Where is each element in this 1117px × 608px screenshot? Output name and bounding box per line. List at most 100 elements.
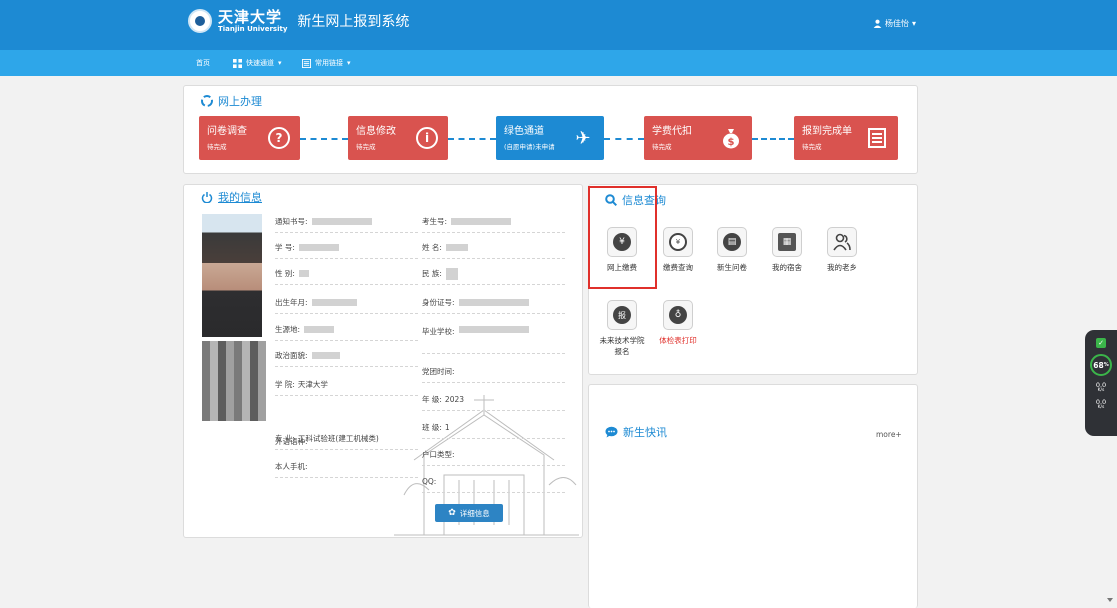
field-mobile: 本人手机: [275,456,418,478]
field-name: 姓 名: [422,237,565,259]
field-graduate-school: 毕业学校: [422,320,565,354]
field-qq: QQ: [422,471,565,493]
field-college: 学 院: 天津大学 [275,374,418,396]
brand[interactable]: 天津大学 Tianjin University 新生网上报到系统 [188,9,409,33]
svg-text:$: $ [728,137,735,148]
service-payment-query[interactable]: ¥ 缴费查询 [652,227,704,274]
step-questionnaire[interactable]: 问卷调查 待完成 ? [199,116,300,160]
field-student-id: 学 号: [275,237,418,259]
service-icon-box: 报 [607,300,637,330]
service-medical-form-print[interactable]: ♁ 体检表打印 [652,300,704,347]
field-exam-number: 考生号: [422,211,565,233]
field-label: 外语语种: [275,436,308,446]
field-label: 户口类型: [422,450,455,459]
news-title: 新生快讯 [605,424,667,440]
my-info-title: 我的信息 [201,189,262,205]
service-label: 新生问卷 [717,263,747,272]
detail-info-button[interactable]: ✿ 详细信息 [435,504,503,522]
field-label: QQ: [422,477,437,486]
nav-quick-channel[interactable]: 快速通道 ▾ [233,58,282,68]
logo-text: 天津大学 Tianjin University [218,9,288,33]
service-my-fellow[interactable]: 我的老乡 [816,227,868,274]
recycle-icon [201,95,213,107]
field-foreign-language: 外语语种: [275,430,418,452]
field-value-redacted [311,218,372,225]
service-icon-box: ▦ [772,227,802,257]
step-info-modify[interactable]: 信息修改 待完成 i [348,116,448,160]
question-icon: ? [268,127,290,149]
field-value-redacted [458,299,529,306]
nav-home[interactable]: 首页 [196,58,210,68]
upload-unit: K/s [1097,387,1105,393]
field-political-status: 政治面貌: [275,345,418,367]
news-label: 新生快讯 [623,426,667,439]
scroll-down-arrow-icon[interactable] [1107,598,1113,602]
news-panel [588,384,918,608]
logo-english: Tianjin University [218,24,288,33]
field-label: 通知书号: [275,217,308,226]
service-icon-box: ¥ [663,227,693,257]
usage-gauge: 68% [1090,354,1112,376]
user-menu[interactable]: 杨佳怡 ▾ [873,18,916,29]
field-label: 生源地: [275,325,301,334]
field-label: 学 院: [275,380,295,389]
system-monitor-widget[interactable]: ✓ 68% 0.0 K/s 0.0 K/s [1085,330,1117,436]
power-icon [201,192,213,203]
field-value-redacted [458,326,529,333]
field-label: 性 别: [275,269,295,278]
field-label: 姓 名: [422,243,442,252]
field-label: 毕业学校: [422,327,455,336]
shield-check-icon: ✓ [1096,338,1106,348]
list-icon [866,127,888,149]
field-value-redacted [304,326,335,333]
nav-home-label: 首页 [196,59,210,67]
caret-down-icon: ▾ [912,19,917,28]
step-tuition-deduction[interactable]: 学费代扣 待完成 $ [644,116,752,160]
field-value-redacted [445,244,468,251]
field-grade: 年 级: 2023 [422,389,565,411]
field-label: 学 号: [275,243,295,252]
field-value-redacted [311,299,357,306]
field-gender: 性 别: [275,263,418,285]
field-label: 本人手机: [275,462,308,471]
service-my-dorm[interactable]: ▦ 我的宿舍 [761,227,813,274]
field-value: 2023 [444,395,465,404]
nav-common-links[interactable]: 常用链接 ▾ [302,58,351,68]
money-bag-icon: $ [720,127,742,149]
university-seal-icon [188,9,212,33]
service-label: 我的宿舍 [772,263,802,272]
nav-links-label: 常用链接 [315,59,343,67]
field-value-redacted [311,352,340,359]
field-label: 党团时间: [422,367,455,376]
field-birth-date: 出生年月: [275,292,418,314]
service-icon-box: ▤ [717,227,747,257]
service-icon-box [827,227,857,257]
info-icon: i [416,127,438,149]
step-green-channel[interactable]: 绿色通道 (自愿申请)未申请 ✈ [496,116,604,160]
field-value-redacted [445,267,458,280]
step-report-completion[interactable]: 报到完成单 待完成 [794,116,898,160]
list-icon [302,58,311,68]
field-label: 民 族: [422,269,442,278]
download-unit: K/s [1097,404,1105,410]
field-household-type: 户口类型: [422,444,565,466]
field-label: 出生年月: [275,298,308,307]
caret-down-icon: ▾ [347,59,351,67]
download-speed: 0.0 K/s [1096,399,1106,410]
service-future-tech-signup[interactable]: 报 未来技术学院报名 [596,300,648,357]
building-icon: ▦ [778,233,796,251]
field-id-number: 身份证号: [422,292,565,314]
nav-bar: 首页 快速通道 ▾ 常用链接 ▾ [0,50,1117,76]
highlight-box [588,186,657,289]
field-party-time: 党团时间: [422,361,565,383]
field-label: 考生号: [422,217,448,226]
step-connector [604,138,644,140]
field-value-redacted [298,244,339,251]
service-freshman-questionnaire[interactable]: ▤ 新生问卷 [706,227,758,274]
online-processing-title: 网上办理 [201,93,262,109]
gear-icon: ✿ [448,508,456,518]
service-label: 未来技术学院报名 [599,336,645,356]
news-more-link[interactable]: more+ [876,430,902,439]
nav-quick-label: 快速通道 [246,59,274,67]
upload-speed: 0.0 K/s [1096,382,1106,393]
